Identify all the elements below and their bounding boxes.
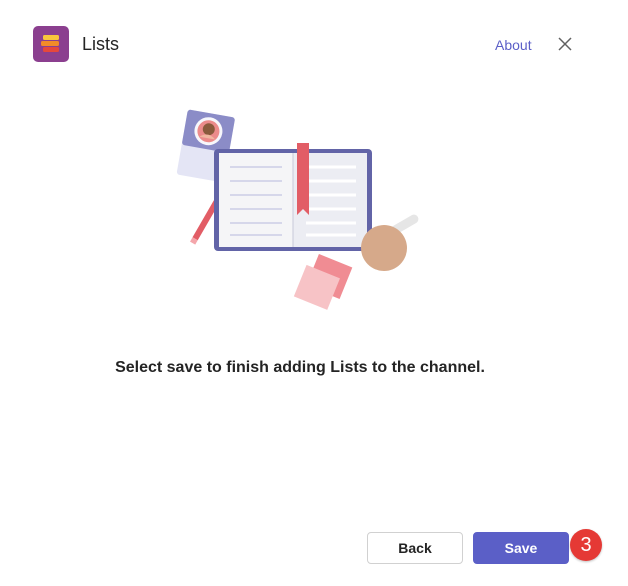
back-button[interactable]: Back bbox=[367, 532, 463, 564]
save-button[interactable]: Save bbox=[473, 532, 569, 564]
notebook-illustration bbox=[170, 105, 440, 315]
lists-app-icon bbox=[33, 26, 69, 62]
step-number-badge: 3 bbox=[570, 529, 602, 561]
instruction-message: Select save to finish adding Lists to th… bbox=[115, 359, 485, 376]
app-title: Lists bbox=[82, 34, 120, 54]
add-app-dialog: Lists About Select save to finish adding… bbox=[0, 0, 628, 586]
close-icon[interactable] bbox=[554, 33, 576, 55]
about-link[interactable]: About bbox=[495, 36, 532, 54]
